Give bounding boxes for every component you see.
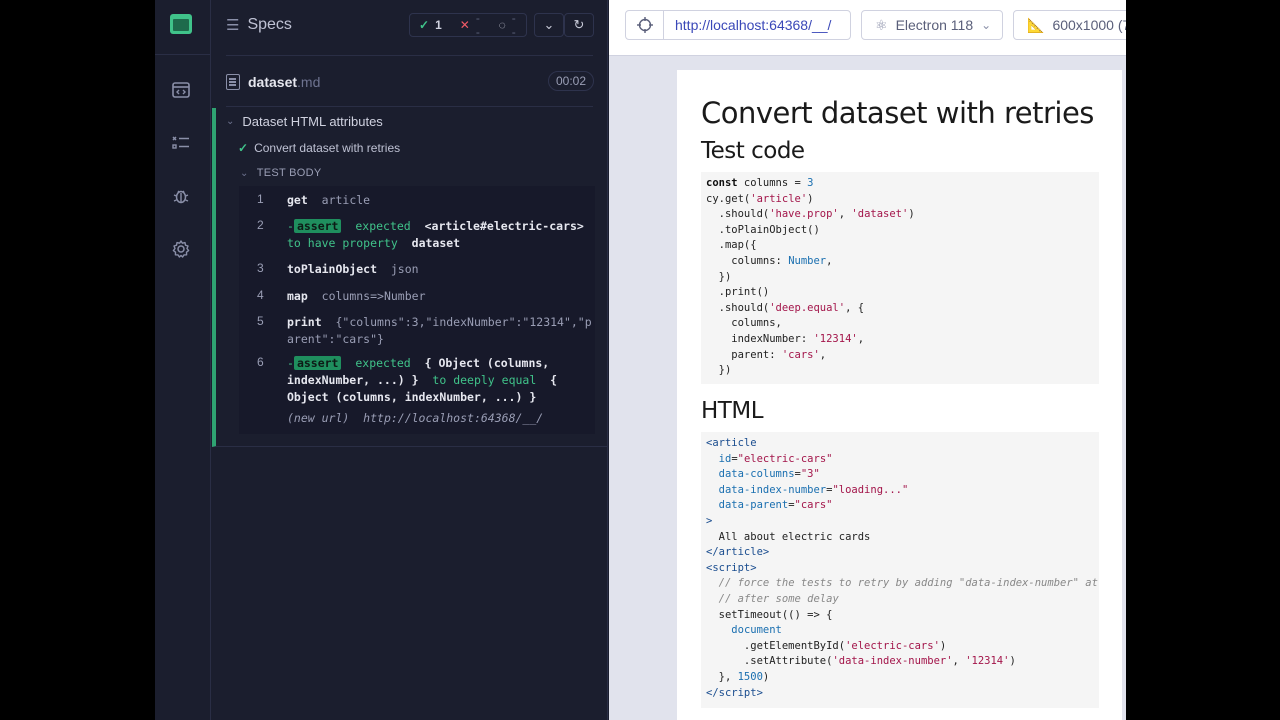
pending-count: -- [511, 11, 516, 39]
command-name: toPlainObject [287, 262, 378, 276]
html-code-block: <article id="electric-cars" data-columns… [701, 432, 1099, 708]
passed-count: 1 [435, 18, 442, 32]
command-log-reporter: ☰ Specs ✓ 1 ✕ -- ◌ -- ⌄ ↻ dataset .md 00… [212, 0, 608, 720]
spec-file-name: dataset [248, 74, 298, 90]
assert-value: dataset [411, 236, 461, 250]
suite-title: Dataset HTML attributes [242, 114, 383, 129]
assert-text: expected [355, 219, 411, 233]
command-number: 2 [257, 218, 264, 232]
specs-nav-icon[interactable] [171, 80, 191, 100]
url-text: http://localhost:64368/__/ [675, 17, 832, 33]
chevron-down-icon: ⌄ [240, 167, 249, 179]
command-arg: article [321, 193, 371, 207]
collapse-chevron-button[interactable]: ⌄ [534, 13, 564, 37]
assert-subject: <article#electric-cars> [424, 219, 584, 233]
command-name: print [287, 315, 322, 329]
command-number: 4 [257, 288, 264, 302]
assert-value: { [550, 373, 558, 387]
spec-duration: 00:02 [547, 71, 594, 91]
specs-label: Specs [247, 16, 292, 33]
assert-badge: assert [293, 356, 342, 370]
assert-subject: indexNumber, ...) } [287, 373, 419, 387]
cypress-logo-icon[interactable] [170, 14, 192, 34]
viewport-size: 600x1000 (7 [1052, 17, 1126, 33]
test-body-toggle[interactable]: ⌄ TEST BODY [240, 167, 322, 179]
new-url-label: (new url) [287, 411, 350, 425]
test-code-block: const columns = 3 cy.get('article') .sho… [701, 172, 1099, 384]
assert-badge: assert [293, 219, 342, 233]
app-under-test: http://localhost:64368/__/ ⚛ Electron 11… [609, 0, 1126, 720]
assert-subject: { Object (columns, [424, 356, 550, 370]
url-bar[interactable]: http://localhost:64368/__/ [625, 10, 851, 40]
test-code: const columns = 3 cy.get('article') .sho… [706, 177, 915, 377]
page-title: Convert dataset with retries [701, 96, 1094, 130]
electron-icon: ⚛ [875, 16, 888, 33]
menu-list-icon: ☰ [226, 17, 240, 34]
command-name: get [287, 193, 308, 207]
suite-row[interactable]: ⌄ Dataset HTML attributes [226, 114, 383, 129]
ruler-icon: 📐 [1027, 16, 1045, 33]
runs-nav-icon[interactable] [171, 133, 191, 153]
viewport-info[interactable]: 📐 600x1000 (7 [1013, 10, 1126, 40]
html-code: <article id="electric-cars" data-columns… [706, 437, 1099, 699]
passed-check-icon: ✓ [419, 18, 430, 32]
command-number: 3 [257, 261, 264, 275]
assert-text: expected [355, 356, 411, 370]
command-arg: json [390, 262, 419, 276]
reporter-header: ☰ Specs ✓ 1 ✕ -- ◌ -- ⌄ ↻ [212, 0, 608, 55]
chevron-down-icon: ⌄ [981, 18, 992, 32]
nav-divider [155, 54, 211, 55]
command-arg: arent":"cars"} [287, 332, 384, 346]
pending-spinner-icon: ◌ [498, 18, 506, 32]
selector-playground-crosshair-icon[interactable] [626, 11, 664, 39]
test-row[interactable]: ✓ Convert dataset with retries [238, 141, 400, 155]
aut-toolbar: http://localhost:64368/__/ ⚛ Electron 11… [609, 0, 1126, 56]
command-arg: {"columns":3,"indexNumber":"12314","p [335, 315, 592, 329]
settings-gear-icon[interactable] [171, 239, 191, 259]
suite-block: ⌄ Dataset HTML attributes ✓ Convert data… [212, 108, 608, 447]
new-url: http://localhost:64368/__/ [363, 411, 544, 425]
chevron-down-icon: ⌄ [226, 116, 235, 127]
aut-page: Convert dataset with retries Test code c… [677, 70, 1122, 720]
failed-x-icon: ✕ [459, 18, 470, 32]
command-number: 5 [257, 314, 264, 328]
spec-file-ext: .md [297, 74, 321, 90]
chevron-down-icon: ⌄ [543, 17, 555, 32]
command-number: 6 [257, 355, 264, 369]
assert-value: Object (columns, indexNumber, ...) } [287, 390, 537, 404]
browser-selector[interactable]: ⚛ Electron 118 ⌄ [861, 10, 1003, 40]
header-divider [226, 55, 593, 56]
test-body-label: TEST BODY [256, 167, 322, 179]
test-title: Convert dataset with retries [254, 141, 401, 155]
debug-bug-icon[interactable] [171, 186, 191, 206]
assert-text: to have property [287, 236, 398, 250]
document-icon [226, 74, 240, 90]
cypress-runner: ☰ Specs ✓ 1 ✕ -- ◌ -- ⌄ ↻ dataset .md 00… [155, 0, 1126, 720]
failed-count: -- [475, 11, 480, 39]
rerun-button[interactable]: ↻ [564, 13, 594, 37]
new-url-row: (new url) http://localhost:64368/__/ [287, 411, 543, 425]
side-nav [155, 0, 211, 720]
command-number: 1 [257, 192, 264, 206]
heading-test-code: Test code [701, 138, 805, 164]
test-stats: ✓ 1 ✕ -- ◌ -- [409, 11, 527, 39]
assert-text: to deeply equal [432, 373, 537, 387]
command-name: map [287, 289, 308, 303]
command-list: 1 get article 2 - assert expected <articl… [239, 186, 595, 434]
pass-check-icon: ✓ [238, 141, 249, 155]
heading-html: HTML [701, 398, 764, 424]
browser-name: Electron 118 [895, 17, 974, 33]
spec-file-row[interactable]: dataset .md 00:02 [226, 70, 594, 94]
specs-toggle[interactable]: ☰ Specs [226, 16, 292, 34]
refresh-icon: ↻ [573, 17, 585, 32]
command-arg: columns=>Number [321, 289, 426, 303]
file-divider [226, 106, 593, 107]
